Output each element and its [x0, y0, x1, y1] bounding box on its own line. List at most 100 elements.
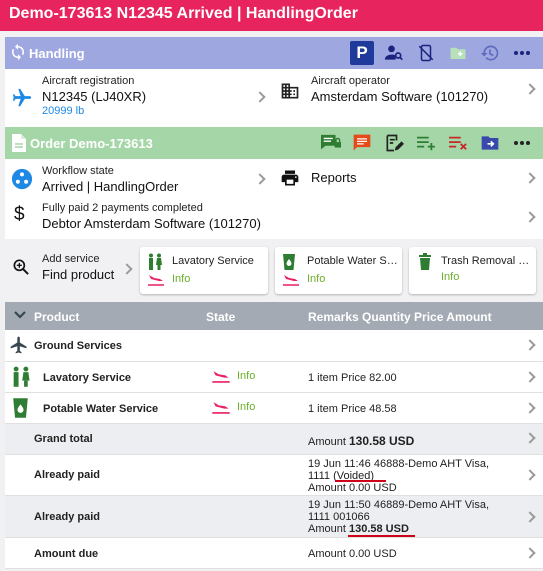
column-header-state[interactable]: State — [206, 310, 235, 324]
aircraft-operator-value: Amsterdam Software (101270) — [311, 89, 489, 104]
service-card-name: Potable Water Se... — [307, 255, 399, 267]
printer-icon — [280, 168, 300, 191]
reports-link[interactable]: Reports — [311, 170, 357, 185]
chat-lock-icon[interactable] — [319, 131, 343, 155]
product-name: Potable Water Service — [43, 403, 159, 415]
product-remarks: 1 item Price 82.00 — [308, 372, 397, 384]
find-product-button[interactable]: Add service Find product — [42, 253, 114, 282]
workflow-state-field[interactable]: Workflow state Arrived | HandlingOrder — [42, 165, 257, 194]
product-remarks: 1 item Price 48.58 — [308, 403, 397, 415]
row-chevron-icon[interactable] — [524, 402, 536, 414]
product-name: Lavatory Service — [43, 372, 132, 384]
document-icon — [11, 133, 27, 156]
workflow-state-label: Workflow state — [42, 165, 114, 177]
row-chevron-icon[interactable] — [524, 469, 536, 481]
airplane-icon — [11, 87, 33, 112]
payment-amount-prefix: Amount — [308, 523, 349, 535]
plane-landing-icon — [282, 274, 300, 289]
grand-total-label: Grand total — [34, 433, 93, 445]
aircraft-operator-label: Aircraft operator — [311, 75, 390, 87]
amount-due-value: Amount 0.00 USD — [308, 548, 397, 560]
payment-card-number: 1111 — [308, 470, 334, 482]
row-chevron-icon[interactable] — [524, 547, 536, 559]
aircraft-card: Aircraft registration N12345 (LJ40XR) 20… — [5, 69, 543, 127]
row-chevron-icon[interactable] — [524, 371, 536, 383]
aircraft-weight: 20999 lb — [42, 105, 85, 117]
dollar-icon: $ — [14, 204, 25, 225]
payment-field[interactable]: Fully paid 2 payments completed Debtor A… — [42, 202, 512, 231]
folder-add-icon[interactable] — [446, 41, 470, 65]
plane-landing-icon — [211, 370, 231, 386]
water-icon — [12, 397, 29, 422]
debtor-value: Debtor Amsterdam Software (101270) — [42, 216, 261, 231]
history-icon[interactable] — [478, 41, 502, 65]
handling-title: Handling — [29, 46, 85, 61]
grand-total-prefix: Amount — [308, 436, 349, 448]
payment-chevron-icon[interactable] — [524, 211, 536, 223]
playlist-add-icon[interactable] — [414, 131, 438, 155]
service-card-potable-water[interactable]: Potable Water Se... Info — [275, 247, 402, 294]
find-product-chevron-icon[interactable] — [121, 263, 133, 275]
payment-amount-value: 130.58 USD — [348, 523, 409, 535]
table-group-row[interactable]: Ground Services — [5, 330, 543, 362]
payment-line-1: 19 Jun 11:46 46888-Demo AHT Visa, — [308, 458, 490, 470]
parking-icon[interactable]: P — [350, 41, 374, 65]
products-table-header: Product State Remarks Quantity Price Amo… — [5, 302, 543, 330]
product-state: Info — [237, 370, 256, 382]
workflow-icon — [11, 168, 33, 193]
workflow-state-value: Arrived | HandlingOrder — [42, 179, 179, 194]
service-card-status: Info — [172, 273, 191, 285]
building-icon — [280, 81, 300, 104]
payment-row[interactable]: Already paid 19 Jun 11:50 46889-Demo AHT… — [5, 496, 543, 538]
payment-line-3: Amount 130.58 USD — [308, 523, 409, 535]
person-search-icon[interactable] — [382, 41, 406, 65]
row-chevron-icon[interactable] — [524, 432, 536, 444]
product-state: Info — [237, 401, 256, 413]
playlist-remove-icon[interactable] — [446, 131, 470, 155]
amount-due-label: Amount due — [34, 548, 99, 560]
table-row[interactable]: Potable Water Service Info 1 item Price … — [5, 393, 543, 424]
amount-due-row[interactable]: Amount due Amount 0.00 USD — [5, 538, 543, 569]
row-chevron-icon[interactable] — [524, 339, 536, 351]
reports-chevron-icon[interactable] — [524, 172, 536, 184]
group-name: Ground Services — [34, 340, 123, 352]
comment-icon[interactable] — [350, 131, 374, 155]
already-paid-label: Already paid — [34, 469, 101, 481]
service-card-name: Trash Removal (... — [441, 255, 531, 267]
service-card-lavatory[interactable]: Lavatory Service Info — [140, 247, 268, 294]
aircraft-operator-chevron-icon[interactable] — [524, 83, 536, 95]
row-chevron-icon[interactable] — [524, 511, 536, 523]
aircraft-registration-label: Aircraft registration — [42, 75, 135, 87]
payment-status-label: Fully paid 2 payments completed — [42, 202, 203, 214]
sync-icon[interactable] — [9, 43, 27, 64]
water-icon — [282, 253, 296, 274]
handling-header: Handling P — [5, 37, 543, 69]
grand-total-amount: Amount 130.58 USD — [308, 434, 414, 448]
payment-line-1: 19 Jun 11:50 46889-Demo AHT Visa, — [308, 499, 490, 511]
column-header-product[interactable]: Product — [34, 310, 79, 324]
collapse-chevron-icon[interactable] — [13, 309, 27, 323]
highlight-underline — [335, 480, 386, 482]
table-row[interactable]: Lavatory Service Info 1 item Price 82.00 — [5, 362, 543, 393]
service-card-status: Info — [307, 273, 326, 285]
folder-move-icon[interactable] — [478, 131, 502, 155]
more-icon[interactable] — [510, 131, 534, 155]
more-icon[interactable] — [510, 41, 534, 65]
aircraft-operator-field[interactable]: Aircraft operator Amsterdam Software (10… — [311, 75, 521, 104]
grand-total-row[interactable]: Grand total Amount 130.58 USD — [5, 424, 543, 455]
service-card-name: Lavatory Service — [172, 255, 254, 267]
window-title: Demo-173613 N12345 Arrived | HandlingOrd… — [9, 5, 358, 22]
window-title-bar: Demo-173613 N12345 Arrived | HandlingOrd… — [0, 0, 543, 31]
payment-line-3: Amount 0.00 USD — [308, 482, 397, 494]
column-header-remarks[interactable]: Remarks Quantity Price Amount — [308, 310, 492, 324]
search-icon — [11, 257, 31, 280]
edit-note-icon[interactable] — [382, 131, 406, 155]
payment-row[interactable]: Already paid 19 Jun 11:46 46888-Demo AHT… — [5, 455, 543, 496]
aircraft-registration-value: N12345 (LJ40XR) — [42, 89, 147, 104]
airplane-icon — [9, 335, 29, 358]
find-product-label: Find product — [42, 267, 115, 282]
grand-total-value: 130.58 USD — [348, 434, 415, 448]
phone-disabled-icon[interactable] — [414, 41, 438, 65]
service-card-trash-removal[interactable]: Trash Removal (... Info — [409, 247, 536, 294]
aircraft-registration-field[interactable]: Aircraft registration N12345 (LJ40XR) 20… — [42, 75, 257, 117]
